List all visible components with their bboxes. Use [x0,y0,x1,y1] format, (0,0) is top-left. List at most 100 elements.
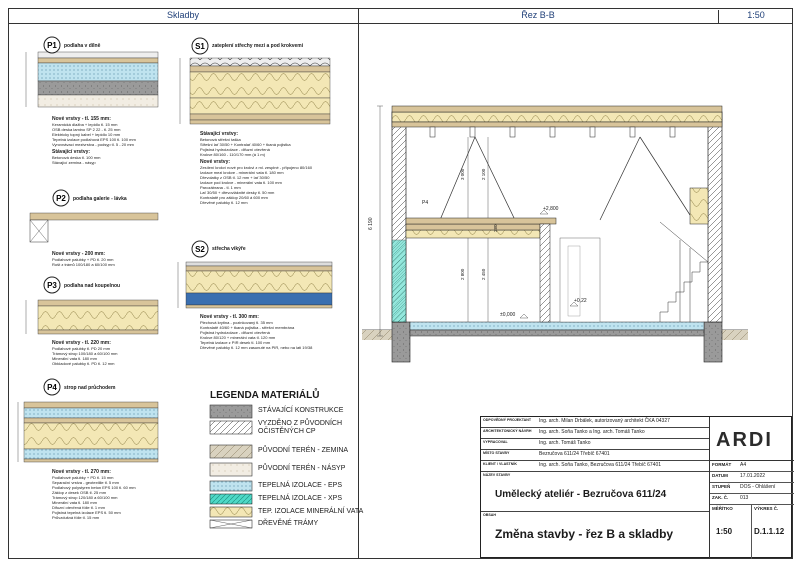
composition-line: Vyrovnávací mezivrstva - podsyp tl. 5 - … [52,142,134,147]
section-p3-text: Nové vrstvy - tl. 220 mm: Podlahové palub… [52,341,172,367]
meta-scale: MĚŘÍTKO 1:50 [710,505,752,559]
composition-p3-drawing [25,299,159,335]
composition-p4-drawing [17,401,159,463]
section-s2-text: Nové vrstvy - tl. 300 mm: Plechová krytin… [200,315,355,351]
section-p1-text: Nové vrstvy - tl. 155 mm: Keramická dlažb… [52,117,172,166]
section-p3-title: podlaha nad koupelnou [64,283,121,289]
svg-text:S1: S1 [195,42,205,51]
legend-item-label: TEPELNÁ IZOLACE - EPS [258,482,343,489]
meta-value: 013 [740,495,749,501]
composition-line: Krokve 80/160 - 110/170 mm (á 1 m) [200,152,266,157]
badge-s1: S1 [191,37,209,55]
composition-p2-drawing [29,212,159,243]
logo-text: ARDI [716,429,773,451]
svg-text:2 800: 2 800 [460,268,465,280]
section-p4-title: strop nad průchodem [64,385,116,391]
svg-text:P1: P1 [47,41,57,50]
composition-s2-drawing [177,261,333,309]
composition-line: Obkladové palubky tl. PD tl. 12 mm [52,361,115,366]
tb-key: NÁZEV STAVBY [483,473,511,477]
tb-value: Ing. arch. Soňa Tanko, Bezručova 611/24 … [539,462,662,468]
svg-text:2 450: 2 450 [481,268,486,280]
svg-text:S2: S2 [195,245,205,254]
section-p2-text: Nové vrstvy - 200 mm: Podlahové palubky +… [52,252,172,268]
legend-swatches [209,404,253,529]
meta-value: DOS - Ohlášení [740,484,776,490]
tb-value: Ing. arch. Milan Drbálek, autorizovaný a… [539,418,670,424]
svg-text:P4: P4 [47,383,57,392]
project-name: Umělecký ateliér - Bezručova 611/24 [495,489,667,500]
legend-item-label: PŮVODNÍ TERÉN - NÁSYP [258,465,346,472]
composition-line: Dřevěné palubky tl. 12 mm [200,200,248,205]
section-s1-text: Stávající vrstvy: Betonová střešní taška S… [200,132,350,206]
svg-text:P2: P2 [56,194,66,203]
drawing-sheet: Skladby Řez B-B 1:50 P1 P2 P3 P4 S1 S2 P… [0,0,800,565]
composition-line: Průvzdušná fólie tl. 15 mm [52,515,100,520]
svg-text:P3: P3 [47,281,57,290]
tb-row-misto: MÍSTO STAVBY Bezručova 611/24 Třebíč 674… [481,450,709,461]
composition-line: Stávající zemina - násyp [52,160,96,165]
svg-text:P4: P4 [422,200,428,206]
tb-row-navrh: ARCHITEKTONICKÝ NÁVRH Ing. arch. Soňa Ta… [481,428,709,439]
tb-row-projektant: ODPOVĚDNÝ PROJEKTANT Ing. arch. Milan Dr… [481,417,709,428]
meta-key: VÝKRES Č. [754,506,779,511]
composition-p1-drawing [25,51,159,108]
legend-item-label: STÁVAJÍCÍ KONSTRUKCE [258,407,344,414]
tb-row-vypracoval: VYPRACOVAL Ing. arch. Tomáš Tanko [481,439,709,450]
badge-s2: S2 [191,240,209,258]
section-s1-title: zateplení střechy mezi a pod krokvemi [212,43,304,49]
tb-row-obsah: OBSAH Změna stavby - řez B a skladby [481,512,709,559]
tb-key: MÍSTO STAVBY [483,451,510,455]
meta-sheet: VÝKRES Č. D.1.1.12 [752,505,794,559]
legend-title: LEGENDA MATERIÁLŮ [210,390,320,401]
meta-key: STUPEŇ [712,484,731,489]
tb-row-klient: KLIENT / VLASTNÍK Ing. arch. Soňa Tanko,… [481,461,709,472]
meta-key: MĚŘÍTKO [712,506,733,511]
tb-key: KLIENT / VLASTNÍK [483,462,517,466]
section-p1-title: podlaha v dílně [64,43,101,49]
title-block: ODPOVĚDNÝ PROJEKTANT Ing. arch. Milan Dr… [480,416,794,559]
svg-text:+2,800: +2,800 [543,206,559,212]
meta-stupen: STUPEŇ DOS - Ohlášení [710,483,794,494]
legend-item-label: TEP. IZOLACE MINERÁLNÍ VATA [258,508,364,515]
badge-p3: P3 [43,276,61,294]
composition-line: Dřevěné palubky tl. 12 mm zasunuté na PI… [200,345,313,350]
legend-item-label: TEPELNÁ IZOLACE - XPS [258,495,343,502]
badge-p1: P1 [43,36,61,54]
meta-value: 1:50 [716,527,733,536]
section-s2-title: střecha vikýře [212,246,246,252]
ardi-logo: ARDI [710,417,794,461]
tb-row-stavba: NÁZEV STAVBY Umělecký ateliér - Bezručov… [481,472,709,512]
tb-key: VYPRACOVAL [483,440,508,444]
section-p2-title: podlaha galerie - lávka [73,196,127,202]
svg-text:280: 280 [493,224,498,232]
svg-text:+0,22: +0,22 [574,298,587,304]
meta-value: D.1.1.12 [754,527,785,536]
section-bb-drawing [362,105,748,363]
meta-key: ZAK. Č. [712,495,729,500]
tb-key: OBSAH [483,513,496,517]
meta-key: DATUM [712,473,728,478]
tb-value: Ing. arch. Soňa Tanko a Ing. arch. Tomáš… [539,429,645,435]
meta-format: FORMÁT A4 [710,461,794,472]
composition-line: Rošt z trámů 100/180 a 60/100 mm [52,262,115,267]
tb-value: Bezručova 611/24 Třebíč 67401 [539,451,610,457]
meta-zakazka: ZAK. Č. 013 [710,494,794,505]
meta-datum: DATUM 17.01.2022 [710,472,794,483]
svg-text:3 000: 3 000 [460,168,465,180]
meta-key: FORMÁT [712,462,732,467]
legend-item-label: VYZDĚNO Z PŮVODNÍCH OČISTĚNÝCH CP [258,420,343,435]
legend-item-label: PŮVODNÍ TERÉN - ZEMINA [258,447,349,454]
meta-value: 17.01.2022 [740,473,766,479]
legend-item-label: DŘEVĚNÉ TRÁMY [258,520,319,527]
svg-text:±0,000: ±0,000 [500,312,515,318]
tb-key: ODPOVĚDNÝ PROJEKTANT [483,418,532,422]
tb-key: ARCHITEKTONICKÝ NÁVRH [483,429,532,433]
title-block-meta: ARDI FORMÁT A4 DATUM 17.01.2022 STUPEŇ D… [709,417,794,559]
svg-text:6 190: 6 190 [368,217,374,230]
drawing-title: Změna stavby - řez B a skladby [495,527,674,541]
section-p4-text: Nové vrstvy - tl. 270 mm: Podlahové palub… [52,470,192,521]
tb-value: Ing. arch. Tomáš Tanko [539,440,591,446]
badge-p4: P4 [43,378,61,396]
meta-value: A4 [740,462,747,468]
